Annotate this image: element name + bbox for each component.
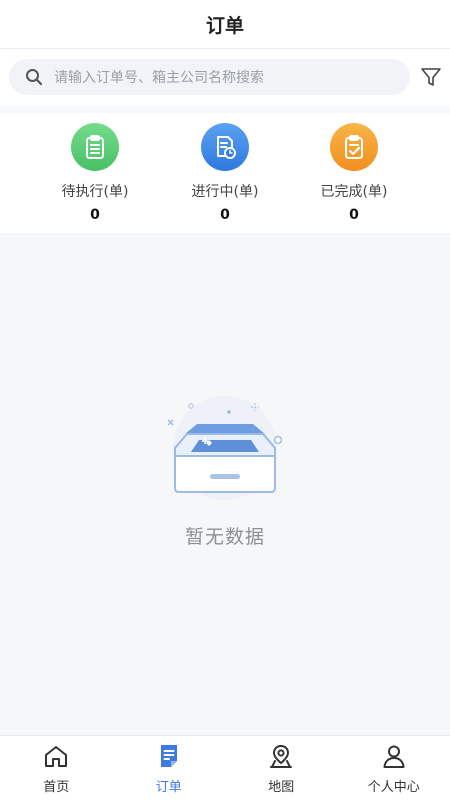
tab-profile[interactable]: 个人中心: [338, 736, 450, 800]
stat-label: 进行中(单): [191, 184, 259, 200]
tab-label: 订单: [155, 780, 182, 795]
tab-icon-wrap: [380, 742, 408, 770]
filter-icon: [421, 68, 441, 86]
tab-icon-wrap: [155, 742, 183, 770]
clipboard-check-icon: [345, 135, 363, 159]
search-input[interactable]: 请输入订单号、箱主公司名称搜索: [9, 59, 410, 95]
order-icon: [160, 745, 177, 767]
search-row: 请输入订单号、箱主公司名称搜索: [0, 48, 450, 106]
search-icon: [26, 69, 43, 86]
filter-button[interactable]: [419, 65, 443, 89]
tab-label: 首页: [43, 780, 70, 795]
tab-orders[interactable]: 订单: [113, 736, 226, 800]
stat-icon-bg: [71, 123, 119, 171]
empty-box-icon: [167, 396, 283, 500]
header: 订单: [0, 0, 450, 48]
clipboard-list-icon: [86, 135, 104, 159]
stat-completed[interactable]: 已完成(单) 0: [299, 123, 409, 233]
tab-icon-wrap: [267, 742, 295, 770]
search-placeholder: 请输入订单号、箱主公司名称搜索: [54, 70, 264, 86]
tab-icon-wrap: [42, 742, 70, 770]
empty-state: 暂无数据: [0, 380, 450, 560]
stat-in-progress[interactable]: 进行中(单) 0: [170, 123, 280, 233]
tab-bar: 首页 订单 地图 个人中心: [0, 735, 450, 800]
tab-map[interactable]: 地图: [225, 736, 338, 800]
page-title: 订单: [205, 14, 244, 37]
home-icon: [45, 746, 68, 767]
stat-label: 已完成(单): [320, 184, 388, 200]
empty-text: 暂无数据: [184, 526, 265, 548]
tab-label: 个人中心: [367, 780, 420, 795]
document-clock-icon: [217, 136, 236, 159]
map-pin-icon: [270, 744, 293, 768]
stat-pending[interactable]: 待执行(单) 0: [40, 123, 150, 233]
stat-value: 0: [349, 207, 359, 223]
stat-icon-bg: [201, 123, 249, 171]
stat-value: 0: [90, 207, 100, 223]
tab-home[interactable]: 首页: [0, 736, 113, 800]
user-icon: [383, 745, 405, 768]
stat-icon-bg: [330, 123, 378, 171]
order-stats: 待执行(单) 0 进行中(单) 0 已完成(单) 0: [0, 113, 450, 233]
tab-label: 地图: [268, 780, 295, 795]
stat-label: 待执行(单): [61, 184, 129, 200]
stat-value: 0: [220, 207, 230, 223]
